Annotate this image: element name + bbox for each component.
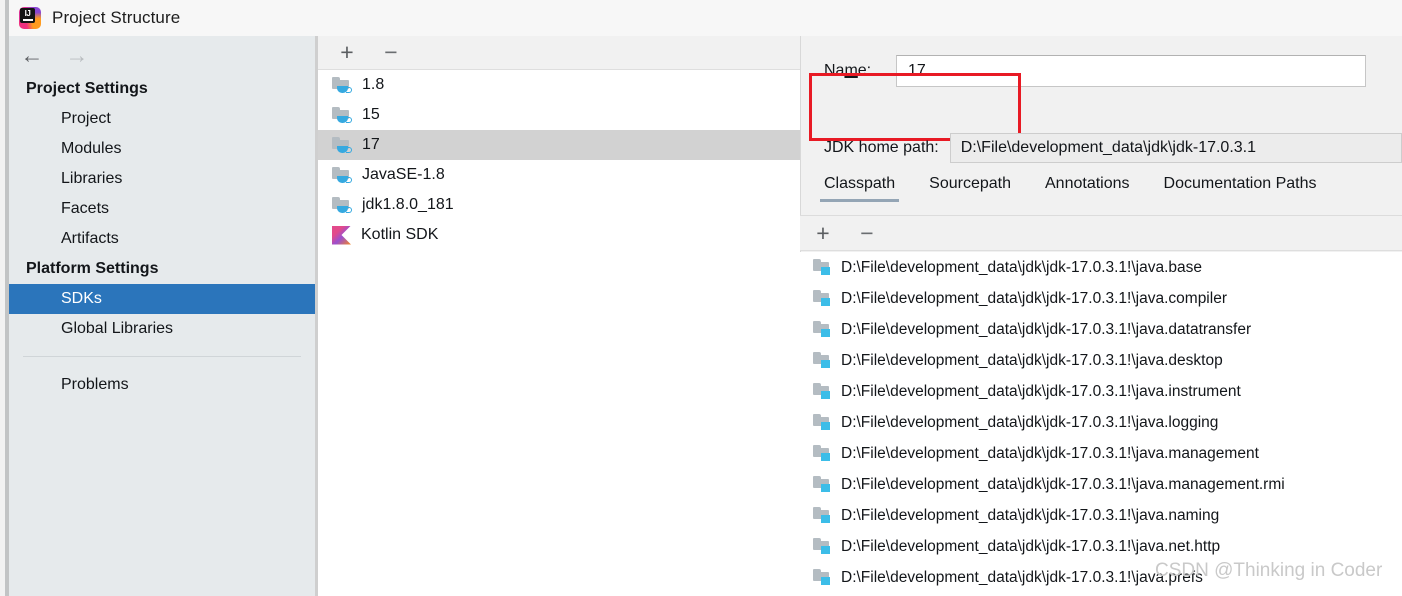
module-folder-icon	[813, 476, 832, 493]
sdk-list-item[interactable]: JavaSE-1.8	[318, 160, 800, 190]
sidebar-group-project-settings: Project Settings	[26, 80, 148, 97]
classpath-list-item-label: D:\File\development_data\jdk\jdk-17.0.3.…	[841, 351, 1223, 369]
intellij-idea-icon: IJ	[19, 7, 41, 29]
jdk-home-path-row: JDK home path: D:\File\development_data\…	[800, 127, 1402, 169]
window-title: Project Structure	[52, 8, 181, 27]
jdk-icon	[332, 166, 352, 184]
tab-documentation-paths[interactable]: Documentation Paths	[1164, 175, 1317, 202]
module-folder-icon	[813, 414, 832, 431]
name-label: Name:	[824, 62, 872, 79]
sdk-list-item[interactable]: jdk1.8.0_181	[318, 190, 800, 220]
add-classpath-button[interactable]: +	[812, 221, 834, 245]
sdk-list-item-label: 17	[362, 136, 380, 153]
sidebar-item-libraries[interactable]: Libraries	[9, 164, 315, 194]
classpath-list-item-label: D:\File\development_data\jdk\jdk-17.0.3.…	[841, 444, 1259, 462]
classpath-list-item-label: D:\File\development_data\jdk\jdk-17.0.3.…	[841, 506, 1220, 524]
module-folder-icon	[813, 507, 832, 524]
sdk-list-item[interactable]: Kotlin SDK	[318, 220, 800, 250]
tab-sourcepath[interactable]: Sourcepath	[929, 175, 1011, 202]
sdk-list-item-label: JavaSE-1.8	[362, 166, 445, 183]
jdk-home-path-label: JDK home path:	[824, 139, 939, 156]
sidebar-item-modules[interactable]: Modules	[9, 134, 315, 164]
module-folder-icon	[813, 538, 832, 555]
classpath-list-item[interactable]: D:\File\development_data\jdk\jdk-17.0.3.…	[800, 407, 1402, 438]
add-sdk-button[interactable]: +	[336, 41, 358, 64]
classpath-list-item[interactable]: D:\File\development_data\jdk\jdk-17.0.3.…	[800, 500, 1402, 531]
tab-annotations[interactable]: Annotations	[1045, 175, 1130, 202]
classpath-list-item-label: D:\File\development_data\jdk\jdk-17.0.3.…	[841, 382, 1241, 400]
classpath-list-item[interactable]: D:\File\development_data\jdk\jdk-17.0.3.…	[800, 438, 1402, 469]
sidebar-item-project[interactable]: Project	[9, 104, 315, 134]
sidebar-item-global-libraries[interactable]: Global Libraries	[9, 314, 315, 344]
classpath-list: D:\File\development_data\jdk\jdk-17.0.3.…	[800, 252, 1402, 596]
classpath-list-item-label: D:\File\development_data\jdk\jdk-17.0.3.…	[841, 568, 1203, 586]
module-folder-icon	[813, 290, 832, 307]
arrow-right-icon[interactable]: →	[60, 40, 94, 70]
sdk-list-item[interactable]: 1.8	[318, 70, 800, 100]
intellij-idea-icon-underline	[22, 19, 33, 21]
sdk-list-panel: + − 1.8 15 17 JavaSE-1.8 jdk1.8.0_181 Ko…	[318, 36, 800, 596]
name-input[interactable]: 17	[896, 55, 1366, 87]
module-folder-icon	[813, 321, 832, 338]
classpath-list-item-label: D:\File\development_data\jdk\jdk-17.0.3.…	[841, 413, 1219, 431]
settings-sidebar: ← → Project Settings Project Modules Lib…	[9, 36, 315, 596]
sidebar-navigation: ← →	[9, 36, 315, 74]
detail-tabs: Classpath Sourcepath Annotations Documen…	[800, 175, 1402, 215]
sdk-list-item-label: 15	[362, 106, 380, 123]
remove-sdk-button[interactable]: −	[380, 41, 402, 64]
jdk-icon	[332, 196, 352, 214]
sdk-list-item-label: 1.8	[362, 76, 385, 93]
module-folder-icon	[813, 383, 832, 400]
classpath-list-item[interactable]: D:\File\development_data\jdk\jdk-17.0.3.…	[800, 562, 1402, 593]
sdk-detail-panel: Name: 17 JDK home path: D:\File\developm…	[800, 36, 1402, 596]
module-folder-icon	[813, 259, 832, 276]
sidebar-group-platform-settings: Platform Settings	[26, 260, 159, 277]
classpath-list-item[interactable]: D:\File\development_data\jdk\jdk-17.0.3.…	[800, 283, 1402, 314]
classpath-list-item[interactable]: D:\File\development_data\jdk\jdk-17.0.3.…	[800, 252, 1402, 283]
classpath-list-item-label: D:\File\development_data\jdk\jdk-17.0.3.…	[841, 289, 1227, 307]
jdk-icon	[332, 106, 352, 124]
module-folder-icon	[813, 352, 832, 369]
classpath-list-item-label: D:\File\development_data\jdk\jdk-17.0.3.…	[841, 537, 1221, 555]
jdk-home-path-input[interactable]: D:\File\development_data\jdk\jdk-17.0.3.…	[949, 133, 1402, 163]
sidebar-item-sdks[interactable]: SDKs	[9, 284, 315, 314]
classpath-list-item-label: D:\File\development_data\jdk\jdk-17.0.3.…	[841, 258, 1203, 276]
background-window-sliver	[0, 0, 9, 596]
sdk-list-item-selected[interactable]: 17	[318, 130, 800, 160]
arrow-left-icon[interactable]: ←	[15, 40, 49, 70]
classpath-list-item[interactable]: D:\File\development_data\jdk\jdk-17.0.3.…	[800, 376, 1402, 407]
sdk-list-item[interactable]: 15	[318, 100, 800, 130]
jdk-icon	[332, 76, 352, 94]
tab-classpath[interactable]: Classpath	[819, 175, 900, 202]
sidebar-item-artifacts[interactable]: Artifacts	[9, 224, 315, 254]
jdk-icon	[332, 136, 352, 154]
name-row: Name: 17	[800, 37, 1402, 105]
classpath-list-item[interactable]: D:\File\development_data\jdk\jdk-17.0.3.…	[800, 345, 1402, 376]
classpath-list-item[interactable]: D:\File\development_data\jdk\jdk-17.0.3.…	[800, 314, 1402, 345]
classpath-list-item[interactable]: D:\File\development_data\jdk\jdk-17.0.3.…	[800, 531, 1402, 562]
sdk-list-item-label: jdk1.8.0_181	[362, 196, 454, 213]
sidebar-item-problems[interactable]: Problems	[9, 357, 315, 394]
classpath-list-item[interactable]: D:\File\development_data\jdk\jdk-17.0.3.…	[800, 469, 1402, 500]
title-bar: IJ Project Structure	[9, 0, 1402, 36]
module-folder-icon	[813, 569, 832, 586]
sidebar-item-facets[interactable]: Facets	[9, 194, 315, 224]
remove-classpath-button[interactable]: −	[856, 221, 878, 245]
kotlin-icon	[332, 225, 351, 245]
project-structure-dialog: IJ Project Structure ← → Project Setting…	[9, 0, 1402, 596]
sdk-list-toolbar: + −	[318, 36, 800, 70]
module-folder-icon	[813, 445, 832, 462]
classpath-toolbar: + −	[800, 216, 1402, 251]
classpath-list-item-label: D:\File\development_data\jdk\jdk-17.0.3.…	[841, 475, 1285, 493]
sdk-list-item-label: Kotlin SDK	[361, 226, 439, 243]
classpath-list-item-label: D:\File\development_data\jdk\jdk-17.0.3.…	[841, 320, 1252, 338]
